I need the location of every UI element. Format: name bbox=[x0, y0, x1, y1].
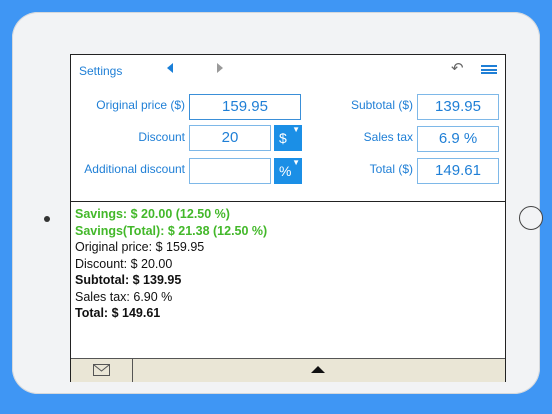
subtotal-label: Subtotal ($) bbox=[350, 98, 413, 112]
undo-icon[interactable]: ↶ bbox=[451, 60, 464, 78]
home-button[interactable] bbox=[519, 206, 543, 230]
additional-discount-label: Additional discount bbox=[84, 162, 185, 176]
original-price-field[interactable]: 159.95 bbox=[189, 94, 301, 120]
discount-field[interactable]: 20 bbox=[189, 125, 271, 151]
discount-unit-dropdown[interactable]: $ ▼ bbox=[274, 125, 302, 151]
savings-line: Savings: $ 20.00 (12.50 %) bbox=[75, 207, 230, 221]
dropdown-caret-icon: ▼ bbox=[292, 158, 300, 167]
menu-icon[interactable] bbox=[481, 65, 497, 74]
section-divider bbox=[71, 201, 505, 202]
original-price-line: Original price: $ 159.95 bbox=[75, 240, 205, 254]
additional-discount-field[interactable] bbox=[189, 158, 271, 184]
subtotal-line: Subtotal: $ 139.95 bbox=[75, 273, 182, 287]
settings-button[interactable]: Settings bbox=[79, 64, 122, 78]
mail-button[interactable] bbox=[71, 359, 133, 382]
chevron-right-icon[interactable] bbox=[217, 63, 223, 73]
subtotal-field: 139.95 bbox=[417, 94, 499, 120]
app-screen: Settings ↶ Original price ($) 159.95 Dis… bbox=[70, 54, 506, 382]
sales-tax-label: Sales tax bbox=[363, 130, 413, 144]
triangle-up-icon[interactable] bbox=[311, 366, 325, 373]
tablet-frame: Settings ↶ Original price ($) 159.95 Dis… bbox=[12, 12, 543, 394]
sales-tax-line: Sales tax: 6.90 % bbox=[75, 289, 173, 304]
results-summary: Savings: $ 20.00 (12.50 %) Savings(Total… bbox=[75, 206, 267, 322]
sales-tax-field[interactable]: 6.9 % bbox=[417, 126, 499, 152]
toolbar: Settings ↶ bbox=[71, 55, 505, 85]
total-label: Total ($) bbox=[369, 162, 413, 176]
total-line: Total: $ 149.61 bbox=[75, 306, 161, 320]
bottom-bar bbox=[71, 358, 505, 382]
savings-total-line: Savings(Total): $ 21.38 (12.50 %) bbox=[75, 223, 268, 238]
original-price-label: Original price ($) bbox=[96, 98, 185, 112]
discount-line: Discount: $ 20.00 bbox=[75, 256, 173, 271]
mail-icon bbox=[93, 364, 110, 376]
additional-discount-unit-dropdown[interactable]: % ▼ bbox=[274, 158, 302, 184]
discount-unit-label: $ bbox=[279, 130, 287, 146]
total-field: 149.61 bbox=[417, 158, 499, 184]
additional-discount-unit-label: % bbox=[279, 163, 292, 179]
discount-label: Discount bbox=[138, 130, 185, 144]
dropdown-caret-icon: ▼ bbox=[292, 125, 300, 134]
camera-dot bbox=[44, 216, 50, 222]
chevron-left-icon[interactable] bbox=[167, 63, 173, 73]
